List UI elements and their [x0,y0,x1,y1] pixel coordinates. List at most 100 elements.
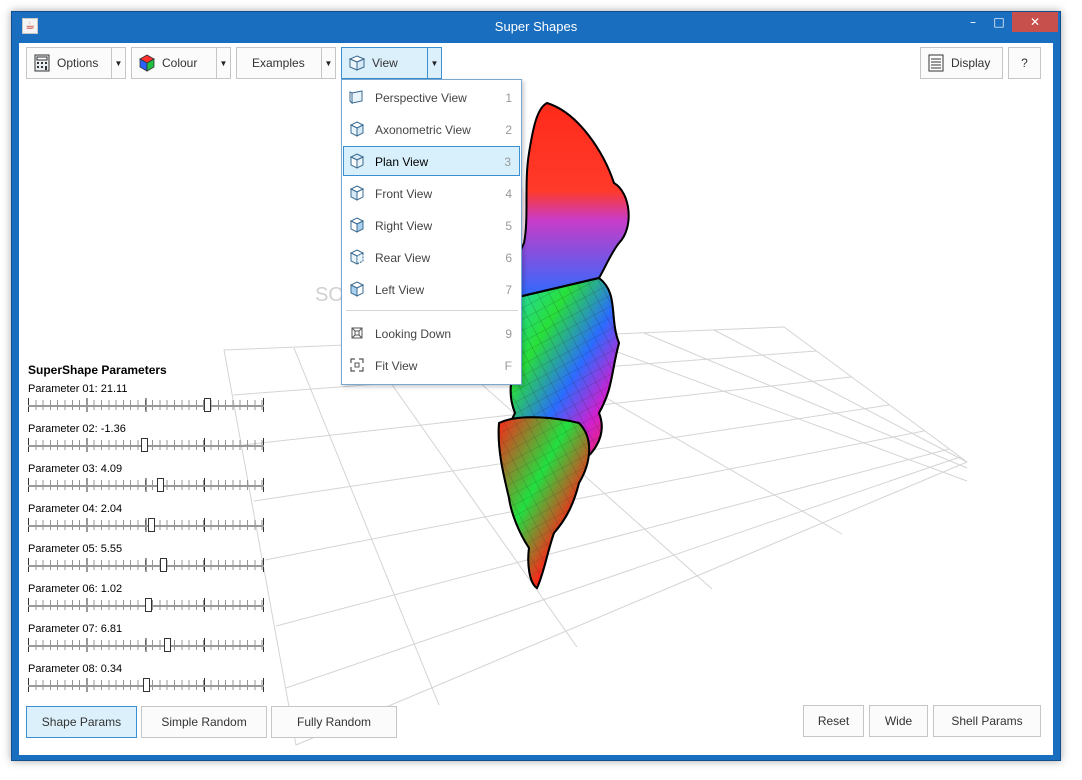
slider-thumb[interactable] [140,438,148,452]
menu-item-fit-view[interactable]: Fit View F [343,350,520,380]
display-button[interactable]: Display [920,47,1003,79]
menu-item-front-view[interactable]: Front View 4 [343,178,520,208]
parameter-label: Parameter 05: 5.55 [28,543,123,555]
parameter-slider-03[interactable]: Parameter 03: 4.09 [28,463,268,501]
options-dropdown-arrow[interactable]: ▼ [111,48,125,78]
menu-item-label: Fit View [375,359,418,373]
slider-thumb[interactable] [145,598,153,612]
parameter-slider-07[interactable]: Parameter 07: 6.81 [28,623,268,661]
menu-item-left-view[interactable]: Left View 7 [343,274,520,304]
menu-item-shortcut: F [504,359,512,373]
parameter-label: Parameter 01: 21.11 [28,383,128,395]
close-button[interactable]: ✕ [1012,12,1058,32]
shape-params-button[interactable]: Shape Params [26,706,137,738]
parameter-slider-02[interactable]: Parameter 02: -1.36 [28,423,268,461]
menu-item-rear-view[interactable]: Rear View 6 [343,242,520,272]
menu-item-shortcut: 2 [505,123,512,137]
menu-item-label: Left View [375,283,425,297]
slider-thumb[interactable] [147,518,155,532]
examples-dropdown-arrow[interactable]: ▼ [321,48,335,78]
display-label: Display [951,56,991,70]
fully-random-button[interactable]: Fully Random [271,706,397,738]
parameter-label: Parameter 04: 2.04 [28,503,123,515]
menu-item-label: Right View [375,219,433,233]
help-button[interactable]: ? [1008,47,1041,79]
left-cube-icon [349,281,365,297]
menu-item-shortcut: 7 [505,283,512,297]
front-cube-icon [349,185,365,201]
menu-item-label: Axonometric View [375,123,471,137]
menu-item-axonometric-view[interactable]: Axonometric View 2 [343,114,520,144]
menu-item-shortcut: 5 [505,219,512,233]
examples-label: Examples [252,56,305,70]
minimize-button[interactable]: – [960,12,986,32]
menu-item-shortcut: 6 [505,251,512,265]
simple-random-button[interactable]: Simple Random [141,706,267,738]
slider-track[interactable] [28,525,264,527]
slider-thumb[interactable] [157,478,165,492]
menu-item-shortcut: 4 [505,187,512,201]
menu-item-label: Plan View [375,155,429,169]
slider-thumb[interactable] [204,398,212,412]
menu-item-right-view[interactable]: Right View 5 [343,210,520,240]
slider-thumb[interactable] [143,678,150,692]
shell-params-button[interactable]: Shell Params [933,705,1041,737]
view-menu: Perspective View 1 Axonometric View 2 Pl… [341,79,522,385]
window-title: Super Shapes [494,19,578,34]
parameter-label: Parameter 08: 0.34 [28,663,123,675]
wide-button[interactable]: Wide [869,705,928,737]
slider-track[interactable] [28,645,264,647]
menu-item-shortcut: 1 [505,91,512,105]
menu-item-label: Rear View [375,251,431,265]
perspective-cube-icon [349,90,363,105]
color-cube-icon [139,54,155,72]
calculator-icon [34,54,50,72]
menu-item-perspective-view[interactable]: Perspective View 1 [343,82,520,112]
display-list-icon [928,54,944,72]
title-bar[interactable]: ☕ Super Shapes – □ ✕ [12,12,1060,42]
parameter-slider-04[interactable]: Parameter 04: 2.04 [28,503,268,541]
plan-cube-icon [349,153,365,169]
app-window: ☕ Super Shapes – □ ✕ Options ▼ Colour ▼ … [11,11,1061,761]
options-label: Options [57,56,99,70]
slider-thumb[interactable] [159,558,167,572]
slider-track[interactable] [28,485,264,487]
parameter-label: Parameter 02: -1.36 [28,423,126,435]
parameter-label: Parameter 06: 1.02 [28,583,123,595]
reset-button[interactable]: Reset [803,705,864,737]
maximize-button[interactable]: □ [986,12,1012,32]
view-dropdown-arrow[interactable]: ▼ [427,48,441,78]
menu-item-label: Looking Down [375,327,452,341]
parameter-label: Parameter 07: 6.81 [28,623,123,635]
parameter-slider-06[interactable]: Parameter 06: 1.02 [28,583,268,621]
colour-dropdown-arrow[interactable]: ▼ [216,48,230,78]
parameter-slider-01[interactable]: Parameter 01: 21.11 [28,383,268,421]
options-button[interactable]: Options ▼ [26,47,126,79]
fit-view-icon [350,358,364,372]
slider-thumb[interactable] [164,638,172,652]
parameter-label: Parameter 03: 4.09 [28,463,123,475]
right-cube-icon [349,217,365,233]
menu-item-shortcut: 3 [504,155,511,169]
looking-down-icon [351,327,363,339]
colour-label: Colour [162,56,198,70]
examples-button[interactable]: Examples ▼ [236,47,336,79]
view-cube-icon [348,55,366,71]
help-label: ? [1021,56,1028,70]
rear-cube-icon [349,249,365,265]
menu-item-looking-down[interactable]: Looking Down 9 [343,318,520,348]
client-area: SOFTPEDIA Options ▼ Colour ▼ Examples ▼ … [19,43,1053,755]
menu-item-label: Front View [375,187,433,201]
view-button[interactable]: View ▼ [341,47,442,79]
parameter-slider-05[interactable]: Parameter 05: 5.55 [28,543,268,581]
parameters-title: SuperShape Parameters [28,363,167,377]
view-label: View [372,56,398,70]
axonometric-cube-icon [349,121,365,137]
colour-button[interactable]: Colour ▼ [131,47,231,79]
slider-track[interactable] [28,565,264,567]
menu-item-plan-view[interactable]: Plan View 3 [343,146,520,176]
menu-item-label: Perspective View [375,91,467,105]
slider-track[interactable] [28,405,264,407]
parameter-slider-08[interactable]: Parameter 08: 0.34 [28,663,268,701]
menu-item-shortcut: 9 [505,327,512,341]
